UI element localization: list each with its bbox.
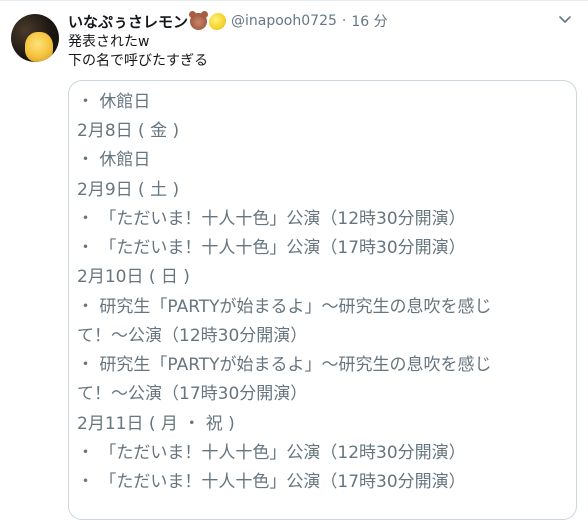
card-line: ・ 休館日 — [77, 150, 151, 170]
card-line: 2月11日 ( 月 ・ 祝 ) — [77, 414, 235, 434]
card-line: ・ 「ただいま！十人十色」公演（12時30分開演） — [77, 443, 466, 463]
card-line: て！〜公演（12時30分開演） — [77, 326, 308, 346]
card-line: ・ 「ただいま！十人十色」公演（12時30分開演） — [77, 209, 466, 229]
tweet: いなぷぅさレモン @inapooh0725 · 16 分 発表されたw 下の名で… — [0, 0, 588, 520]
lemon-icon — [209, 12, 227, 30]
quoted-text-image-card[interactable]: ・ 休館日 2月8日 ( 金 ) ・ 休館日 2月9日 ( 土 ) ・ 「ただい… — [68, 80, 577, 520]
tweet-header: いなぷぅさレモン @inapooh0725 · 16 分 — [68, 10, 388, 32]
tweet-text-line: 発表されたw — [68, 34, 150, 50]
tweet-text-line: 下の名で呼びたすぎる — [68, 53, 208, 69]
card-line: 2月10日 ( 日 ) — [77, 267, 190, 287]
avatar-face-graphic — [25, 32, 53, 62]
tweet-timestamp[interactable]: 16 分 — [351, 11, 387, 31]
card-line: ・ 「ただいま！十人十色」公演（17時30分開演） — [77, 238, 466, 258]
display-name[interactable]: いなぷぅさレモン — [68, 11, 188, 32]
meta-separator: · — [341, 13, 347, 29]
card-line: ・ 研究生「PARTYが始まるよ」〜研究生の息吹を感じ — [77, 297, 492, 317]
avatar[interactable] — [11, 14, 59, 62]
card-line: 2月8日 ( 金 ) — [77, 121, 180, 141]
card-line: て！〜公演（17時30分開演） — [77, 384, 308, 404]
user-handle[interactable]: @inapooh0725 — [231, 13, 337, 29]
chevron-down-icon[interactable] — [558, 13, 572, 27]
card-line: ・ 「ただいま！十人十色」公演（17時30分開演） — [77, 472, 466, 492]
card-line: ・ 休館日 — [77, 92, 151, 112]
tweet-text: 発表されたw 下の名で呼びたすぎる — [68, 33, 208, 71]
card-line: ・ 研究生「PARTYが始まるよ」〜研究生の息吹を感じ — [77, 355, 492, 375]
card-line: 2月9日 ( 土 ) — [77, 180, 180, 200]
bear-face-icon — [189, 10, 209, 30]
